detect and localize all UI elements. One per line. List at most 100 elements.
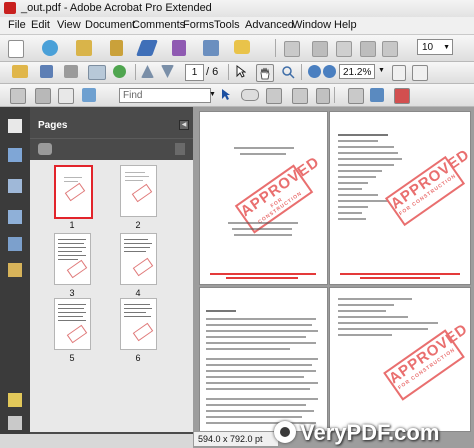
- comment-bubble-icon[interactable]: [234, 40, 250, 54]
- document-page-3[interactable]: [199, 287, 328, 432]
- page-thumbnail-1[interactable]: [54, 165, 93, 219]
- export-icon[interactable]: [76, 40, 92, 56]
- document-page-2[interactable]: APPROVED FOR CONSTRUCTION: [329, 111, 471, 285]
- page-total: / 6: [206, 66, 219, 78]
- review-comment-icon[interactable]: [203, 40, 219, 56]
- bookmarks-icon[interactable]: [8, 148, 22, 162]
- forms-icon[interactable]: [172, 40, 186, 56]
- menu-tools[interactable]: Tools: [214, 19, 240, 31]
- font-style-icon[interactable]: [382, 41, 398, 57]
- menu-comments[interactable]: Comments: [132, 19, 185, 31]
- create-pdf-icon[interactable]: [8, 40, 24, 58]
- ok-button-icon[interactable]: [241, 89, 259, 101]
- comments-icon[interactable]: [8, 393, 22, 407]
- page-thumbnail-label: 4: [135, 288, 141, 298]
- image-icon[interactable]: [292, 88, 308, 104]
- menu-file[interactable]: File: [8, 19, 26, 31]
- page-number-input[interactable]: 1: [185, 64, 204, 81]
- page-thumbnail-label: 3: [69, 288, 75, 298]
- menu-window[interactable]: Window: [292, 19, 331, 31]
- document-view[interactable]: APPROVED FOR CONSTRUCTION APPROVED FOR C…: [193, 107, 474, 448]
- previous-page-icon[interactable]: [141, 65, 154, 78]
- open-folder-icon[interactable]: [12, 65, 28, 78]
- page-layout-icon[interactable]: [10, 88, 26, 104]
- sign-pen-icon[interactable]: [136, 40, 158, 56]
- find-replace-icon[interactable]: [348, 88, 364, 104]
- select-cursor-icon[interactable]: [236, 65, 247, 78]
- options-gear-icon[interactable]: [38, 143, 52, 155]
- tags-icon[interactable]: [8, 263, 22, 277]
- page-thumbnail-label: 1: [69, 220, 75, 230]
- zoom-level-input[interactable]: 21.2%: [339, 64, 375, 79]
- model-tree-icon[interactable]: [8, 237, 22, 251]
- menu-help[interactable]: Help: [334, 19, 357, 31]
- save-icon[interactable]: [40, 65, 53, 78]
- menu-bar: File Edit View Document Comments Forms T…: [0, 17, 474, 35]
- combine-files-icon[interactable]: [42, 40, 58, 56]
- pages-panel-icon[interactable]: [8, 119, 22, 133]
- secure-lock-icon[interactable]: [110, 40, 123, 56]
- document-page-4[interactable]: APPROVED FOR CONSTRUCTION: [329, 287, 471, 432]
- zoom-out-icon[interactable]: [308, 65, 321, 78]
- pages-panel: Pages ◀ 1 2 3 4 5 6: [30, 107, 193, 434]
- align-icon[interactable]: [360, 41, 376, 57]
- title-bar: _out.pdf - Adobe Acrobat Pro Extended: [0, 0, 474, 18]
- link-icon[interactable]: [82, 88, 96, 102]
- edit-text-icon[interactable]: [284, 41, 300, 57]
- crop-icon[interactable]: [35, 88, 51, 104]
- menu-advanced[interactable]: Advanced: [245, 19, 294, 31]
- pages-panel-title: Pages: [38, 120, 68, 131]
- find-input[interactable]: Find: [119, 88, 211, 103]
- page-thumbnail-label: 6: [135, 353, 141, 363]
- chevron-down-icon: ▼: [443, 44, 450, 51]
- menu-forms[interactable]: Forms: [183, 19, 214, 31]
- collaborate-icon[interactable]: [113, 65, 126, 78]
- email-icon[interactable]: [88, 65, 106, 80]
- approved-stamp: APPROVED FOR CONSTRUCTION: [383, 320, 470, 401]
- page-thumbnail-label: 5: [69, 353, 75, 363]
- approved-stamp: APPROVED FOR CONSTRUCTION: [384, 146, 470, 227]
- print-icon[interactable]: [64, 65, 78, 78]
- arrow-select-icon[interactable]: [221, 88, 231, 101]
- font-color-icon[interactable]: [336, 41, 352, 57]
- navigation-toolbar: 1 / 6 21.2% ▼: [0, 62, 474, 84]
- document-page-1[interactable]: APPROVED FOR CONSTRUCTION: [199, 111, 328, 285]
- menu-view[interactable]: View: [57, 19, 81, 31]
- verypdf-watermark: VeryPDF.com: [300, 420, 440, 445]
- page-thumbnail-6[interactable]: [120, 298, 157, 350]
- page-thumbnail-3[interactable]: [54, 233, 91, 285]
- redaction-icon[interactable]: [370, 88, 384, 102]
- trash-icon[interactable]: [175, 143, 185, 155]
- acrobat-app-icon: [4, 2, 16, 14]
- chevron-down-icon[interactable]: ▼: [209, 91, 216, 98]
- text-edit-icon[interactable]: [58, 88, 74, 104]
- window-title: _out.pdf - Adobe Acrobat Pro Extended: [21, 2, 212, 14]
- page-thumbnails: 1 2 3 4 5 6: [30, 160, 193, 432]
- panel-options-icon[interactable]: ◀: [179, 120, 189, 130]
- fit-page-icon[interactable]: [392, 65, 406, 81]
- page-thumbnail-4[interactable]: [120, 233, 157, 285]
- zoom-in-icon[interactable]: [323, 65, 336, 78]
- pdf-convert-icon[interactable]: [394, 88, 410, 104]
- text-box-icon[interactable]: [312, 41, 328, 57]
- hand-tool-icon[interactable]: [256, 64, 274, 82]
- font-size-value: 10: [422, 42, 434, 53]
- menu-edit[interactable]: Edit: [31, 19, 50, 31]
- menu-document[interactable]: Document: [85, 19, 135, 31]
- signatures-icon[interactable]: [8, 179, 22, 193]
- font-size-select[interactable]: 10 ▼: [417, 39, 453, 55]
- marquee-zoom-icon[interactable]: [281, 65, 295, 79]
- attachments-icon[interactable]: [8, 416, 22, 430]
- chevron-down-icon[interactable]: ▼: [378, 67, 385, 74]
- page-thumbnail-5[interactable]: [54, 298, 91, 350]
- page-thumbnail-2[interactable]: [120, 165, 157, 217]
- layers-icon[interactable]: [8, 210, 22, 224]
- pages-panel-header: Pages ◀: [30, 115, 193, 135]
- next-page-icon[interactable]: [161, 65, 174, 78]
- main-toolbar: 10 ▼: [0, 35, 474, 62]
- page-thumbnail-label: 2: [135, 220, 141, 230]
- fit-width-icon[interactable]: [412, 65, 428, 81]
- verypdf-logo-icon: [274, 421, 296, 443]
- touchup-object-icon[interactable]: [316, 88, 330, 104]
- text-field-icon[interactable]: [266, 88, 282, 104]
